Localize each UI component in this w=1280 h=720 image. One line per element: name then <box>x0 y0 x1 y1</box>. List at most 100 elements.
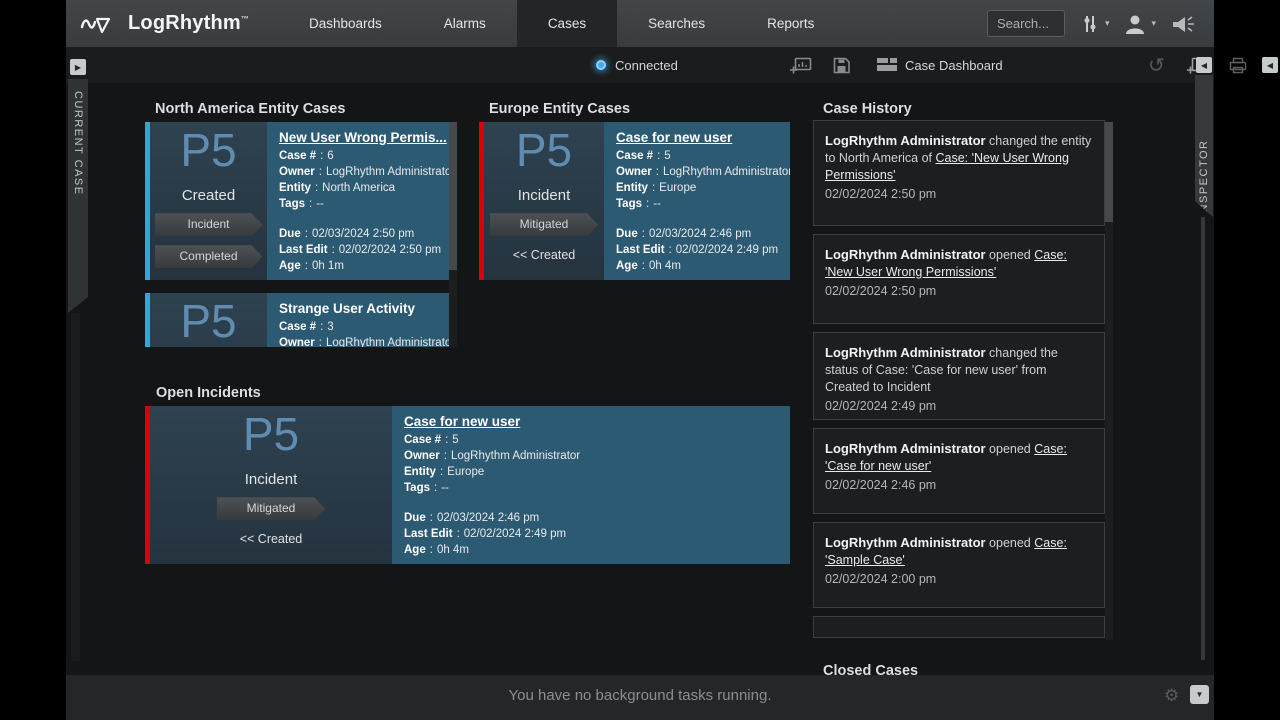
case-age-row: Age:0h 4m <box>404 542 780 558</box>
status-button-mitigated[interactable]: Mitigated <box>490 213 598 236</box>
tab-reports[interactable]: Reports <box>744 0 837 47</box>
status-button-mitigated[interactable]: Mitigated <box>217 497 325 520</box>
save-icon <box>832 57 851 74</box>
scrollbar-track[interactable] <box>449 122 457 347</box>
widget-open-incidents: P5 Incident Mitigated << Created Case fo… <box>145 404 790 566</box>
history-actor: LogRhythm Administrator <box>825 441 986 456</box>
current-case-rail <box>71 313 80 661</box>
history-entry-partial <box>813 616 1105 638</box>
section-title-case-history: Case History <box>823 101 912 117</box>
case-card[interactable]: P5 Incident Mitigated << Created Case fo… <box>145 406 790 564</box>
history-actor: LogRhythm Administrator <box>825 133 986 148</box>
inspector-tab[interactable]: INSPECTOR <box>1195 75 1213 217</box>
inspector-collapse-button-side[interactable]: ◀ <box>1196 57 1212 73</box>
case-number-row: Case #:3 <box>279 319 455 335</box>
undo-icon: ↺ <box>1148 53 1165 78</box>
case-tags-row: Tags:-- <box>279 196 455 212</box>
status-back-link[interactable]: << Created <box>513 248 576 262</box>
expand-right-icon: ▶ <box>70 59 86 75</box>
widget-north-america-cases: P5 Created Incident Completed New User W… <box>145 120 457 347</box>
case-tags-row: Tags:-- <box>404 480 780 496</box>
user-icon <box>1123 13 1147 35</box>
logo-trademark: ™ <box>241 14 249 23</box>
user-menu-button[interactable]: ▾ <box>1123 13 1156 35</box>
tab-cases[interactable]: Cases <box>517 0 617 47</box>
case-title-link[interactable]: Case for new user <box>404 414 780 429</box>
history-entry: LogRhythm Administrator opened Case: 'Sa… <box>813 522 1105 608</box>
history-actor: LogRhythm Administrator <box>825 247 986 262</box>
tab-searches[interactable]: Searches <box>625 0 728 47</box>
tab-dashboards[interactable]: Dashboards <box>286 0 405 47</box>
collapse-down-icon: ▼ <box>1190 685 1209 704</box>
case-card[interactable]: P5 Strange User Activity Case #:3 Owner:… <box>145 293 447 347</box>
scrollbar-thumb[interactable] <box>1105 122 1113 222</box>
status-button-completed[interactable]: Completed <box>155 245 263 268</box>
case-owner-row: Owner:LogRhythm Administrator <box>279 335 455 347</box>
widget-europe-cases: P5 Incident Mitigated << Created Case fo… <box>479 120 790 283</box>
current-case-label: CURRENT CASE <box>72 91 84 313</box>
current-case-expand-button[interactable]: ▶ <box>70 59 86 75</box>
dashboard-name-label: Case Dashboard <box>905 58 1003 73</box>
case-card[interactable]: P5 Incident Mitigated << Created Case fo… <box>479 122 790 280</box>
logo-text: LogRhythm™ <box>128 12 249 35</box>
case-card[interactable]: P5 Created Incident Completed New User W… <box>145 122 447 280</box>
case-title-link[interactable]: New User Wrong Permis... <box>279 130 455 145</box>
case-title[interactable]: Strange User Activity <box>279 301 455 316</box>
tasks-panel-toggle-button[interactable]: ▼ <box>1190 685 1209 704</box>
chevron-down-icon: ▾ <box>1151 18 1156 29</box>
top-nav-bar: LogRhythm™ Dashboards Alarms Cases Searc… <box>66 0 1214 47</box>
gear-icon[interactable]: ⚙ <box>1164 686 1179 706</box>
filter-menu-button[interactable]: ▾ <box>1079 13 1110 35</box>
case-due-row: Due:02/03/2024 2:50 pm <box>279 226 455 242</box>
case-lastedit-row: Last Edit:02/02/2024 2:49 pm <box>616 242 790 258</box>
case-priority: P5 <box>180 126 236 174</box>
case-due-row: Due:02/03/2024 2:46 pm <box>404 510 780 526</box>
inspector-collapse-button[interactable]: ◀ <box>1262 47 1278 83</box>
inspector-rail <box>1201 217 1205 660</box>
history-timestamp: 02/02/2024 2:49 pm <box>825 399 1094 413</box>
case-entity-row: Entity:Europe <box>616 180 790 196</box>
current-case-tab[interactable]: CURRENT CASE <box>68 79 88 313</box>
case-status: Incident <box>518 187 571 204</box>
dashboard-grid-icon <box>877 58 897 72</box>
history-timestamp: 02/02/2024 2:46 pm <box>825 478 1094 492</box>
sliders-icon <box>1079 13 1101 35</box>
print-button[interactable] <box>1228 47 1248 83</box>
case-entity-row: Entity:North America <box>279 180 455 196</box>
case-entity-row: Entity:Europe <box>404 464 780 480</box>
case-lastedit-row: Last Edit:02/02/2024 2:49 pm <box>404 526 780 542</box>
history-timestamp: 02/02/2024 2:00 pm <box>825 572 1094 586</box>
case-priority: P5 <box>180 297 236 345</box>
search-input[interactable]: Search... <box>987 10 1065 37</box>
case-title-link[interactable]: Case for new user <box>616 130 790 145</box>
case-status: Incident <box>245 471 298 488</box>
status-bar: You have no background tasks running. ⚙ … <box>66 675 1214 720</box>
save-dashboard-button[interactable] <box>832 47 851 83</box>
status-button-incident[interactable]: Incident <box>155 213 263 236</box>
chevron-down-icon: ▾ <box>1105 18 1110 29</box>
add-widget-button[interactable] <box>790 47 812 83</box>
history-entry: LogRhythm Administrator changed the stat… <box>813 332 1105 420</box>
scrollbar-thumb[interactable] <box>449 122 457 270</box>
case-priority: P5 <box>243 410 299 458</box>
dashboard-selector[interactable]: Case Dashboard <box>877 47 1003 83</box>
case-age-row: Age:0h 1m <box>279 258 455 274</box>
scrollbar-track[interactable] <box>1105 122 1113 640</box>
collapse-left-icon: ◀ <box>1196 57 1212 73</box>
history-entry: LogRhythm Administrator changed the enti… <box>813 120 1105 226</box>
tab-alarms[interactable]: Alarms <box>421 0 509 47</box>
case-lastedit-row: Last Edit:02/02/2024 2:50 pm <box>279 242 455 258</box>
history-timestamp: 02/02/2024 2:50 pm <box>825 284 1094 298</box>
case-owner-row: Owner:LogRhythm Administrator <box>279 164 455 180</box>
logrhythm-logo: LogRhythm™ <box>66 0 278 47</box>
announcements-button[interactable] <box>1170 13 1196 35</box>
refresh-button[interactable]: ↺ <box>1148 47 1165 83</box>
status-back-link[interactable]: << Created <box>240 532 303 546</box>
case-status: Created <box>182 187 235 204</box>
logrhythm-logo-icon <box>80 11 120 37</box>
history-actor: LogRhythm Administrator <box>825 345 986 360</box>
collapse-left-icon: ◀ <box>1262 57 1278 73</box>
nav-tabs: Dashboards Alarms Cases Searches Reports <box>278 0 845 47</box>
case-owner-row: Owner:LogRhythm Administrator <box>616 164 790 180</box>
section-title-europe: Europe Entity Cases <box>489 101 630 117</box>
